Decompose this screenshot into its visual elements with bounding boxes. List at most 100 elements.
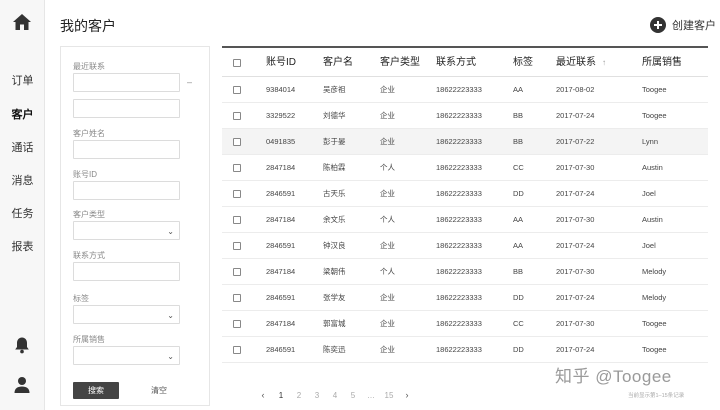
cell-recent-contact: 2017-07-24: [556, 111, 595, 120]
table-row[interactable]: 2847184 郭富城 企业 18622223333 CC 2017-07-30 Tooge…: [222, 311, 708, 337]
row-checkbox[interactable]: [233, 190, 241, 198]
page-button[interactable]: 2: [290, 391, 308, 400]
header-sales[interactable]: 所属销售: [642, 48, 682, 79]
row-checkbox[interactable]: [233, 242, 241, 250]
row-checkbox[interactable]: [233, 164, 241, 172]
cell-contact: 18622223333: [436, 85, 482, 94]
table-row[interactable]: 2846591 张学友 企业 18622223333 DD 2017-07-24 Melod…: [222, 285, 708, 311]
cell-recent-contact: 2017-08-02: [556, 85, 595, 94]
sales-select[interactable]: ⌄: [73, 346, 180, 365]
nav-item[interactable]: 订单: [0, 72, 45, 88]
table-row[interactable]: 2847184 余文乐 个人 18622223333 AA 2017-07-30 Austi…: [222, 207, 708, 233]
bell-icon[interactable]: [13, 336, 31, 354]
row-checkbox[interactable]: [233, 268, 241, 276]
recent-contact-start-input[interactable]: [73, 73, 180, 92]
home-icon[interactable]: [12, 12, 32, 32]
cell-account-id: 2847184: [266, 319, 296, 328]
header-recent-contact-label: 最近联系: [556, 57, 596, 68]
cell-account-id: 2847184: [266, 163, 296, 172]
table-row[interactable]: 2846591 古天乐 企业 18622223333 DD 2017-07-24 Joel: [222, 181, 708, 207]
cell-contact: 18622223333: [436, 137, 482, 146]
cell-contact: 18622223333: [436, 215, 482, 224]
row-checkbox[interactable]: [233, 86, 241, 94]
cell-sales: Melody: [642, 293, 667, 302]
prev-page-button[interactable]: ‹: [254, 390, 272, 400]
chevron-down-icon: ⌄: [167, 352, 174, 361]
customer-type-label: 客户类型: [73, 210, 105, 219]
create-customer-label: 创建客户: [672, 20, 716, 32]
row-checkbox[interactable]: [233, 346, 241, 354]
cell-recent-contact: 2017-07-30: [556, 163, 595, 172]
row-checkbox[interactable]: [233, 294, 241, 302]
customer-name-label: 客户姓名: [73, 129, 105, 138]
cell-customer-name: 陈奕迅: [323, 345, 346, 354]
cell-sales: Melody: [642, 267, 667, 276]
cell-recent-contact: 2017-07-24: [556, 293, 595, 302]
cell-account-id: 2847184: [266, 215, 296, 224]
cell-account-id: 2847184: [266, 267, 296, 276]
row-checkbox[interactable]: [233, 138, 241, 146]
cell-tag: DD: [513, 189, 524, 198]
nav-item[interactable]: 消息: [0, 172, 45, 188]
header-contact[interactable]: 联系方式: [436, 48, 476, 79]
page-button[interactable]: 1: [272, 391, 290, 400]
next-page-button[interactable]: ›: [398, 390, 416, 400]
cell-customer-name: 郭富城: [323, 319, 346, 328]
cell-customer-name: 彭于晏: [323, 137, 346, 146]
cell-contact: 18622223333: [436, 267, 482, 276]
search-button[interactable]: 搜索: [73, 382, 119, 399]
header-account-id[interactable]: 账号ID: [266, 48, 296, 79]
cell-tag: CC: [513, 319, 524, 328]
chevron-down-icon: ⌄: [167, 311, 174, 320]
select-all-checkbox[interactable]: [233, 59, 241, 67]
user-icon[interactable]: [13, 376, 31, 394]
page-ellipsis: …: [367, 390, 375, 400]
table-row[interactable]: 3329522 刘德华 企业 18622223333 BB 2017-07-24 Tooge…: [222, 103, 708, 129]
cell-customer-type: 个人: [380, 267, 395, 276]
cell-customer-name: 刘德华: [323, 111, 346, 120]
table-row[interactable]: 2847184 陈柏霖 个人 18622223333 CC 2017-07-30 Austi…: [222, 155, 708, 181]
page-button[interactable]: 3: [308, 391, 326, 400]
tag-select[interactable]: ⌄: [73, 305, 180, 324]
create-customer-button[interactable]: 创建客户: [650, 15, 716, 35]
header-recent-contact[interactable]: 最近联系 ↑: [556, 48, 606, 79]
contact-input[interactable]: [73, 262, 180, 281]
row-checkbox[interactable]: [233, 112, 241, 120]
cell-customer-name: 余文乐: [323, 215, 346, 224]
cell-tag: DD: [513, 293, 524, 302]
nav-item[interactable]: 客户: [0, 106, 45, 122]
row-checkbox[interactable]: [233, 216, 241, 224]
cell-customer-name: 张学友: [323, 293, 346, 302]
customer-type-select[interactable]: ⌄: [73, 221, 180, 240]
table-row[interactable]: 0491835 彭于晏 企业 18622223333 BB 2017-07-22 Lynn: [222, 129, 708, 155]
table-row[interactable]: 9384014 吴彦祖 企业 18622223333 AA 2017-08-02 Tooge…: [222, 77, 708, 103]
header-tag[interactable]: 标签: [513, 48, 533, 79]
table-row[interactable]: 2847184 梁朝伟 个人 18622223333 BB 2017-07-30 Melod…: [222, 259, 708, 285]
cell-customer-type: 企业: [380, 345, 395, 354]
row-checkbox[interactable]: [233, 320, 241, 328]
page-button[interactable]: 15: [380, 391, 398, 400]
nav-item[interactable]: 通话: [0, 139, 45, 155]
cell-account-id: 2846591: [266, 189, 296, 198]
customer-name-input[interactable]: [73, 140, 180, 159]
cell-tag: CC: [513, 163, 524, 172]
cell-sales: Lynn: [642, 137, 658, 146]
nav-item[interactable]: 任务: [0, 205, 45, 221]
table-row[interactable]: 2846591 钟汉良 企业 18622223333 AA 2017-07-24 Joel: [222, 233, 708, 259]
table-row[interactable]: 2846591 陈奕迅 企业 18622223333 DD 2017-07-24 Tooge…: [222, 337, 708, 363]
header-customer-type[interactable]: 客户类型: [380, 48, 420, 79]
nav-item[interactable]: 报表: [0, 238, 45, 254]
range-separator: –: [187, 77, 193, 87]
cell-customer-type: 企业: [380, 137, 395, 146]
account-id-input[interactable]: [73, 181, 180, 200]
cell-account-id: 2846591: [266, 293, 296, 302]
recent-contact-end-input[interactable]: [73, 99, 180, 118]
page-button[interactable]: 4: [326, 391, 344, 400]
cell-tag: BB: [513, 137, 524, 146]
header-customer-name[interactable]: 客户名: [323, 48, 353, 79]
clear-button[interactable]: 清空: [139, 382, 179, 399]
cell-sales: Toogee: [642, 85, 667, 94]
cell-customer-name: 梁朝伟: [323, 267, 346, 276]
page-button[interactable]: 5: [344, 391, 362, 400]
sort-ascending-icon[interactable]: ↑: [602, 58, 606, 67]
